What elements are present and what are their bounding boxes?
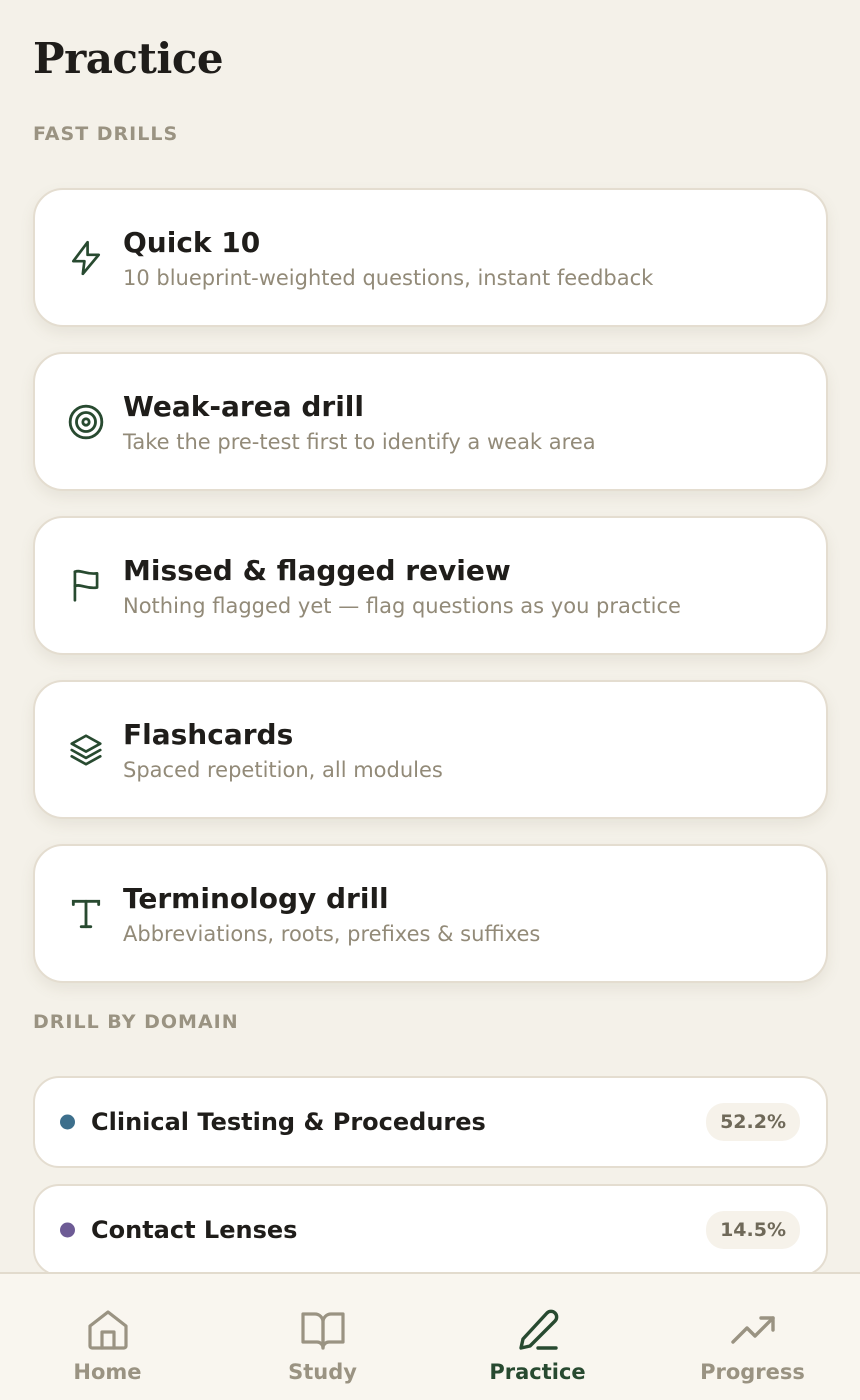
drill-subtitle: Abbreviations, roots, prefixes & suffixe… [123, 922, 541, 946]
terminology-drill-card[interactable]: Terminology drill Abbreviations, roots, … [33, 844, 828, 983]
quick-10-card[interactable]: Quick 10 10 blueprint-weighted questions… [33, 188, 828, 327]
tab-study[interactable]: Study [215, 1274, 430, 1400]
tab-progress[interactable]: Progress [645, 1274, 860, 1400]
type-icon [67, 895, 105, 933]
weak-area-drill-card[interactable]: Weak-area drill Take the pre-test first … [33, 352, 828, 491]
domain-percent-badge: 14.5% [706, 1211, 800, 1249]
drill-title: Missed & flagged review [123, 554, 511, 587]
domain-percent-badge: 52.2% [706, 1103, 800, 1141]
target-icon [67, 403, 105, 441]
home-icon [84, 1306, 132, 1354]
book-icon [299, 1306, 347, 1354]
lightning-icon [67, 239, 105, 277]
tab-home[interactable]: Home [0, 1274, 215, 1400]
tab-label: Practice [489, 1360, 586, 1384]
bottom-tab-bar: Home Study Practice Progress [0, 1272, 860, 1400]
drill-title: Flashcards [123, 718, 294, 751]
drill-title: Terminology drill [123, 882, 389, 915]
flag-icon [67, 567, 105, 605]
domain-row-contact-lenses[interactable]: Contact Lenses 14.5% [33, 1184, 828, 1276]
drill-title: Quick 10 [123, 226, 261, 259]
pencil-icon [514, 1306, 562, 1354]
domain-color-dot [60, 1222, 75, 1238]
domain-row-clinical-testing[interactable]: Clinical Testing & Procedures 52.2% [33, 1076, 828, 1168]
layers-icon [67, 731, 105, 769]
drill-subtitle: Nothing flagged yet — flag questions as … [123, 594, 681, 618]
domain-name: Contact Lenses [91, 1216, 298, 1244]
drill-title: Weak-area drill [123, 390, 364, 423]
missed-flagged-review-card[interactable]: Missed & flagged review Nothing flagged … [33, 516, 828, 655]
domain-color-dot [60, 1114, 75, 1130]
drill-subtitle: 10 blueprint-weighted questions, instant… [123, 266, 654, 290]
tab-label: Progress [700, 1360, 805, 1384]
page-title: Practice [33, 34, 224, 83]
fast-drills-heading: FAST DRILLS [33, 123, 179, 145]
tab-label: Home [73, 1360, 142, 1384]
tab-label: Study [288, 1360, 357, 1384]
practice-screen: Practice FAST DRILLS Quick 10 10 bluepri… [0, 0, 860, 1400]
flashcards-card[interactable]: Flashcards Spaced repetition, all module… [33, 680, 828, 819]
drill-subtitle: Spaced repetition, all modules [123, 758, 443, 782]
domain-name: Clinical Testing & Procedures [91, 1108, 486, 1136]
tab-practice[interactable]: Practice [430, 1274, 645, 1400]
trending-up-icon [729, 1306, 777, 1354]
drill-by-domain-heading: DRILL BY DOMAIN [33, 1011, 239, 1033]
drill-subtitle: Take the pre-test first to identify a we… [123, 430, 596, 454]
